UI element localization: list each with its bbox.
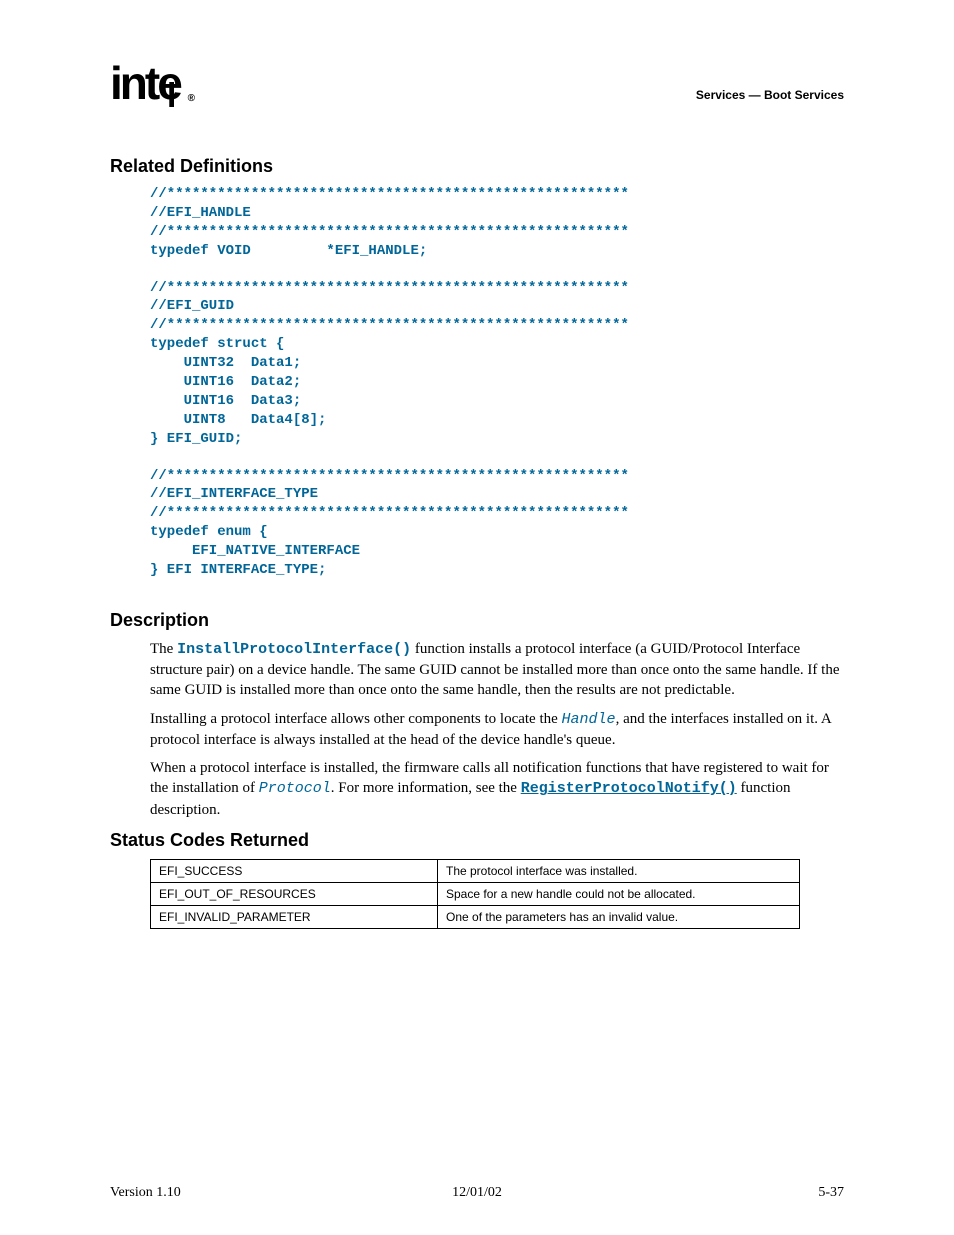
status-code-cell: EFI_INVALID_PARAMETER — [151, 905, 438, 928]
section-header: Services — Boot Services — [696, 88, 844, 102]
code-ref-install: InstallProtocolInterface() — [177, 641, 411, 658]
footer-date: 12/01/02 — [110, 1185, 844, 1201]
text-run: Installing a protocol interface allows o… — [150, 711, 562, 727]
code-block-efi-interface-type: //**************************************… — [150, 467, 844, 580]
text-run: The — [150, 641, 177, 657]
table-row: EFI_OUT_OF_RESOURCES Space for a new han… — [151, 882, 800, 905]
status-desc-cell: The protocol interface was installed. — [438, 859, 800, 882]
status-desc-cell: Space for a new handle could not be allo… — [438, 882, 800, 905]
description-paragraph-2: Installing a protocol interface allows o… — [110, 709, 844, 751]
footer-page-number: 5-37 — [818, 1185, 844, 1201]
related-definitions-heading: Related Definitions — [110, 156, 844, 177]
page: intel ® Services — Boot Services Related… — [0, 0, 954, 1235]
status-code-cell: EFI_SUCCESS — [151, 859, 438, 882]
status-codes-table: EFI_SUCCESS The protocol interface was i… — [150, 859, 800, 929]
table-row: EFI_INVALID_PARAMETER One of the paramet… — [151, 905, 800, 928]
status-desc-cell: One of the parameters has an invalid val… — [438, 905, 800, 928]
code-ref-register-notify[interactable]: RegisterProtocolNotify() — [521, 780, 737, 797]
status-code-cell: EFI_OUT_OF_RESOURCES — [151, 882, 438, 905]
code-block-efi-guid: //**************************************… — [150, 279, 844, 449]
code-block-efi-handle: //**************************************… — [150, 185, 844, 261]
text-run: . For more information, see the — [331, 780, 521, 796]
description-heading: Description — [110, 610, 844, 631]
description-paragraph-1: The InstallProtocolInterface() function … — [110, 639, 844, 701]
code-ref-protocol: Protocol — [259, 780, 331, 797]
description-paragraph-3: When a protocol interface is installed, … — [110, 758, 844, 820]
table-row: EFI_SUCCESS The protocol interface was i… — [151, 859, 800, 882]
status-codes-heading: Status Codes Returned — [110, 830, 844, 851]
code-ref-handle: Handle — [562, 711, 616, 728]
